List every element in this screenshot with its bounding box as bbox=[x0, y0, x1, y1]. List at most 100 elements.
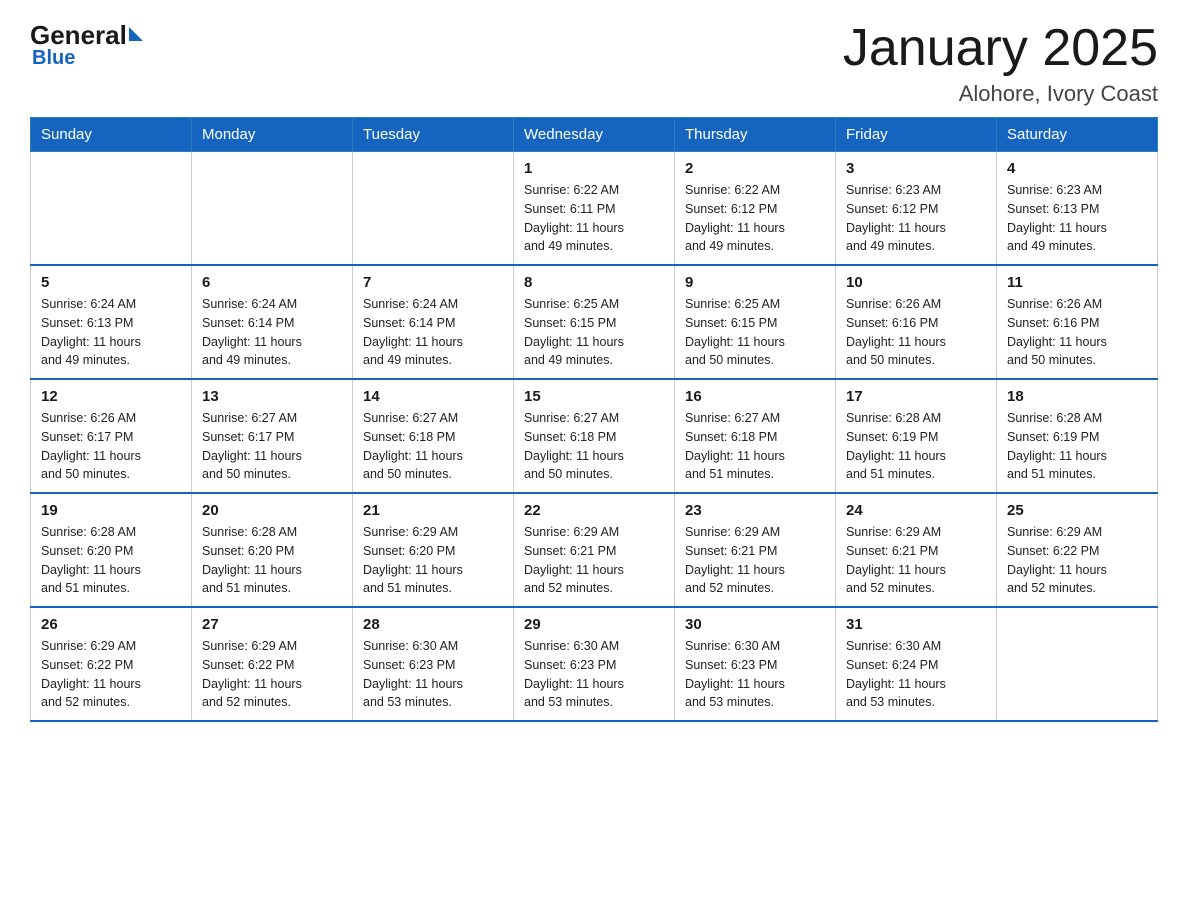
calendar-cell: 14Sunrise: 6:27 AMSunset: 6:18 PMDayligh… bbox=[353, 379, 514, 493]
calendar-title: January 2025 bbox=[843, 20, 1158, 77]
day-number: 29 bbox=[524, 616, 664, 633]
title-section: January 2025 Alohore, Ivory Coast bbox=[843, 20, 1158, 107]
weekday-header-row: Sunday Monday Tuesday Wednesday Thursday… bbox=[31, 118, 1158, 152]
day-number: 27 bbox=[202, 616, 342, 633]
day-info: Sunrise: 6:25 AMSunset: 6:15 PMDaylight:… bbox=[524, 295, 664, 370]
day-info: Sunrise: 6:29 AMSunset: 6:22 PMDaylight:… bbox=[41, 637, 181, 712]
day-info: Sunrise: 6:22 AMSunset: 6:12 PMDaylight:… bbox=[685, 181, 825, 256]
col-monday: Monday bbox=[192, 118, 353, 152]
day-info: Sunrise: 6:30 AMSunset: 6:23 PMDaylight:… bbox=[524, 637, 664, 712]
calendar-cell: 16 Sunrise: 6:27 AMSunset: 6:18 PMDayligh… bbox=[675, 379, 836, 493]
day-number: 10 bbox=[846, 274, 986, 291]
calendar-week-1: 1 Sunrise: 6:22 AMSunset: 6:11 PMDaylight… bbox=[31, 152, 1158, 266]
day-number: 22 bbox=[524, 502, 664, 519]
calendar-cell bbox=[997, 607, 1158, 721]
day-number: 31 bbox=[846, 616, 986, 633]
calendar-cell: 28Sunrise: 6:30 AMSunset: 6:23 PMDayligh… bbox=[353, 607, 514, 721]
logo-arrow-icon bbox=[129, 27, 143, 41]
calendar-cell: 9 Sunrise: 6:25 AMSunset: 6:15 PMDaylight… bbox=[675, 265, 836, 379]
day-info: Sunrise: 6:25 AMSunset: 6:15 PMDaylight:… bbox=[685, 295, 825, 370]
day-info: Sunrise: 6:27 AMSunset: 6:18 PMDaylight:… bbox=[685, 409, 825, 484]
day-number: 6 bbox=[202, 274, 342, 291]
calendar-cell: 10 Sunrise: 6:26 AMSunset: 6:16 PMDayligh… bbox=[836, 265, 997, 379]
day-info: Sunrise: 6:23 AMSunset: 6:12 PMDaylight:… bbox=[846, 181, 986, 256]
day-number: 15 bbox=[524, 388, 664, 405]
day-info: Sunrise: 6:27 AMSunset: 6:17 PMDaylight:… bbox=[202, 409, 342, 484]
calendar-cell: 22 Sunrise: 6:29 AMSunset: 6:21 PMDayligh… bbox=[514, 493, 675, 607]
day-info: Sunrise: 6:30 AMSunset: 6:24 PMDaylight:… bbox=[846, 637, 986, 712]
calendar-cell bbox=[353, 152, 514, 266]
calendar-cell: 20 Sunrise: 6:28 AMSunset: 6:20 PMDayligh… bbox=[192, 493, 353, 607]
day-number: 28 bbox=[363, 616, 503, 633]
calendar-cell: 21 Sunrise: 6:29 AMSunset: 6:20 PMDayligh… bbox=[353, 493, 514, 607]
col-saturday: Saturday bbox=[997, 118, 1158, 152]
page-header: General Blue January 2025 Alohore, Ivory… bbox=[30, 20, 1158, 107]
day-number: 20 bbox=[202, 502, 342, 519]
calendar-cell bbox=[192, 152, 353, 266]
calendar-table: Sunday Monday Tuesday Wednesday Thursday… bbox=[30, 117, 1158, 722]
day-number: 13 bbox=[202, 388, 342, 405]
day-info: Sunrise: 6:26 AMSunset: 6:16 PMDaylight:… bbox=[846, 295, 986, 370]
day-info: Sunrise: 6:28 AMSunset: 6:20 PMDaylight:… bbox=[41, 523, 181, 598]
day-number: 19 bbox=[41, 502, 181, 519]
day-info: Sunrise: 6:24 AMSunset: 6:14 PMDaylight:… bbox=[363, 295, 503, 370]
day-info: Sunrise: 6:23 AMSunset: 6:13 PMDaylight:… bbox=[1007, 181, 1147, 256]
day-number: 26 bbox=[41, 616, 181, 633]
day-number: 16 bbox=[685, 388, 825, 405]
day-info: Sunrise: 6:27 AMSunset: 6:18 PMDaylight:… bbox=[524, 409, 664, 484]
day-info: Sunrise: 6:22 AMSunset: 6:11 PMDaylight:… bbox=[524, 181, 664, 256]
calendar-cell: 31 Sunrise: 6:30 AMSunset: 6:24 PMDayligh… bbox=[836, 607, 997, 721]
day-number: 17 bbox=[846, 388, 986, 405]
calendar-header: Sunday Monday Tuesday Wednesday Thursday… bbox=[31, 118, 1158, 152]
day-info: Sunrise: 6:30 AMSunset: 6:23 PMDaylight:… bbox=[685, 637, 825, 712]
calendar-cell: 13 Sunrise: 6:27 AMSunset: 6:17 PMDayligh… bbox=[192, 379, 353, 493]
logo-blue-label: Blue bbox=[32, 47, 75, 70]
day-info: Sunrise: 6:29 AMSunset: 6:22 PMDaylight:… bbox=[202, 637, 342, 712]
calendar-cell: 25 Sunrise: 6:29 AMSunset: 6:22 PMDayligh… bbox=[997, 493, 1158, 607]
day-info: Sunrise: 6:26 AMSunset: 6:17 PMDaylight:… bbox=[41, 409, 181, 484]
day-info: Sunrise: 6:28 AMSunset: 6:19 PMDaylight:… bbox=[846, 409, 986, 484]
calendar-cell: 19 Sunrise: 6:28 AMSunset: 6:20 PMDayligh… bbox=[31, 493, 192, 607]
day-number: 9 bbox=[685, 274, 825, 291]
day-info: Sunrise: 6:29 AMSunset: 6:21 PMDaylight:… bbox=[846, 523, 986, 598]
day-number: 12 bbox=[41, 388, 181, 405]
calendar-week-4: 19 Sunrise: 6:28 AMSunset: 6:20 PMDayligh… bbox=[31, 493, 1158, 607]
day-number: 11 bbox=[1007, 274, 1147, 291]
calendar-cell: 30Sunrise: 6:30 AMSunset: 6:23 PMDayligh… bbox=[675, 607, 836, 721]
calendar-cell: 6 Sunrise: 6:24 AMSunset: 6:14 PMDaylight… bbox=[192, 265, 353, 379]
calendar-cell: 26 Sunrise: 6:29 AMSunset: 6:22 PMDayligh… bbox=[31, 607, 192, 721]
calendar-cell: 3Sunrise: 6:23 AMSunset: 6:12 PMDaylight… bbox=[836, 152, 997, 266]
day-info: Sunrise: 6:27 AMSunset: 6:18 PMDaylight:… bbox=[363, 409, 503, 484]
col-sunday: Sunday bbox=[31, 118, 192, 152]
calendar-cell: 2 Sunrise: 6:22 AMSunset: 6:12 PMDaylight… bbox=[675, 152, 836, 266]
logo: General Blue bbox=[30, 20, 143, 70]
day-info: Sunrise: 6:28 AMSunset: 6:20 PMDaylight:… bbox=[202, 523, 342, 598]
day-info: Sunrise: 6:26 AMSunset: 6:16 PMDaylight:… bbox=[1007, 295, 1147, 370]
calendar-cell: 24Sunrise: 6:29 AMSunset: 6:21 PMDayligh… bbox=[836, 493, 997, 607]
calendar-cell bbox=[31, 152, 192, 266]
day-number: 21 bbox=[363, 502, 503, 519]
day-number: 25 bbox=[1007, 502, 1147, 519]
day-number: 1 bbox=[524, 160, 664, 177]
calendar-cell: 27 Sunrise: 6:29 AMSunset: 6:22 PMDayligh… bbox=[192, 607, 353, 721]
day-number: 8 bbox=[524, 274, 664, 291]
calendar-cell: 4Sunrise: 6:23 AMSunset: 6:13 PMDaylight… bbox=[997, 152, 1158, 266]
col-friday: Friday bbox=[836, 118, 997, 152]
day-number: 23 bbox=[685, 502, 825, 519]
calendar-cell: 23Sunrise: 6:29 AMSunset: 6:21 PMDayligh… bbox=[675, 493, 836, 607]
calendar-cell: 12 Sunrise: 6:26 AMSunset: 6:17 PMDayligh… bbox=[31, 379, 192, 493]
calendar-cell: 17 Sunrise: 6:28 AMSunset: 6:19 PMDayligh… bbox=[836, 379, 997, 493]
calendar-week-2: 5Sunrise: 6:24 AMSunset: 6:13 PMDaylight… bbox=[31, 265, 1158, 379]
day-info: Sunrise: 6:29 AMSunset: 6:21 PMDaylight:… bbox=[524, 523, 664, 598]
day-number: 18 bbox=[1007, 388, 1147, 405]
col-tuesday: Tuesday bbox=[353, 118, 514, 152]
calendar-cell: 8 Sunrise: 6:25 AMSunset: 6:15 PMDaylight… bbox=[514, 265, 675, 379]
day-info: Sunrise: 6:24 AMSunset: 6:14 PMDaylight:… bbox=[202, 295, 342, 370]
day-info: Sunrise: 6:29 AMSunset: 6:22 PMDaylight:… bbox=[1007, 523, 1147, 598]
day-number: 2 bbox=[685, 160, 825, 177]
day-info: Sunrise: 6:29 AMSunset: 6:20 PMDaylight:… bbox=[363, 523, 503, 598]
col-wednesday: Wednesday bbox=[514, 118, 675, 152]
day-number: 7 bbox=[363, 274, 503, 291]
calendar-cell: 29 Sunrise: 6:30 AMSunset: 6:23 PMDayligh… bbox=[514, 607, 675, 721]
calendar-subtitle: Alohore, Ivory Coast bbox=[843, 81, 1158, 107]
